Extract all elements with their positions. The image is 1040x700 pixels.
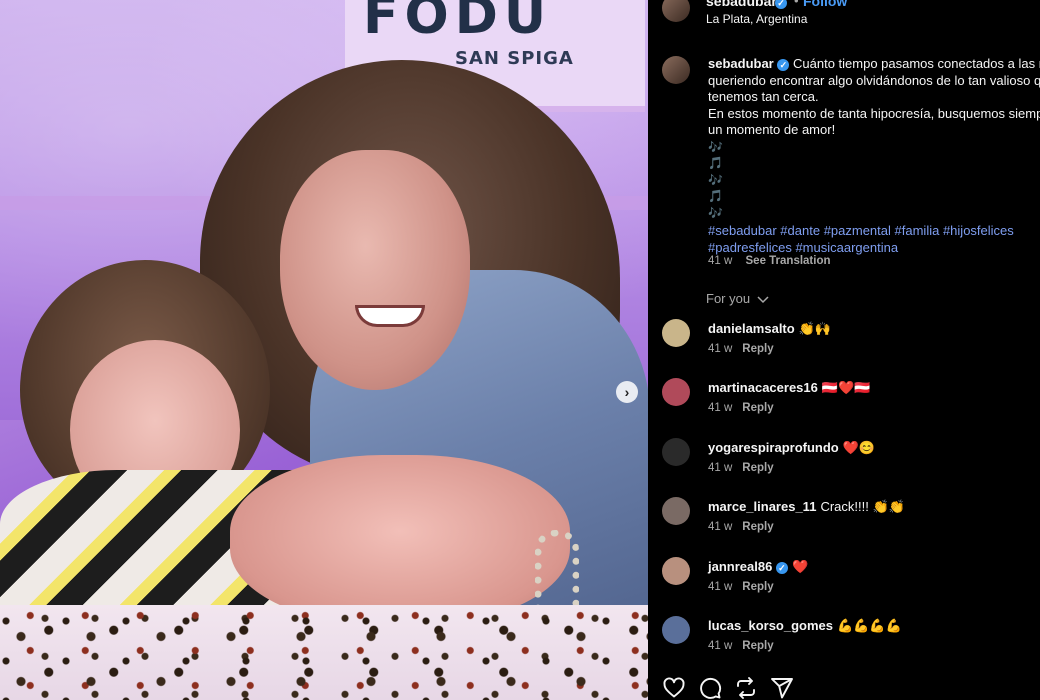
reply-button[interactable]: Reply bbox=[742, 343, 773, 355]
heart-icon[interactable] bbox=[662, 676, 686, 700]
commenter-avatar[interactable] bbox=[662, 438, 690, 466]
reply-button[interactable]: Reply bbox=[742, 521, 773, 533]
commenter-avatar[interactable] bbox=[662, 616, 690, 644]
music-note-emoji: 🎵 bbox=[708, 189, 723, 203]
hashtag-link[interactable]: #hijosfelices bbox=[943, 223, 1014, 238]
commenter-avatar[interactable] bbox=[662, 497, 690, 525]
comment-icon[interactable] bbox=[698, 676, 722, 700]
repost-icon[interactable] bbox=[734, 676, 758, 700]
comment-text: ❤️😊 bbox=[842, 440, 876, 455]
comment-text: 💪💪💪💪 bbox=[837, 618, 902, 633]
comment-age: 41 w bbox=[708, 640, 733, 652]
music-note-emoji: 🎶 bbox=[708, 139, 723, 154]
photo-heart-hands bbox=[230, 455, 570, 625]
share-icon[interactable] bbox=[770, 676, 794, 700]
commenter-username[interactable]: lucas_korso_gomes bbox=[708, 618, 833, 633]
comment-text: Crack!!!! 👏👏 bbox=[820, 499, 905, 514]
photo-table bbox=[0, 605, 648, 700]
hashtag-link[interactable]: #padresfelices bbox=[708, 240, 792, 255]
comment-item: jannreal86 ✓ ❤️ 41 w Reply bbox=[662, 557, 1040, 607]
hashtags-line: #sebadubar #dante #pazmental #familia #h… bbox=[708, 223, 1040, 240]
post-actions bbox=[662, 676, 802, 700]
hashtags-line: #padresfelices #musicaargentina bbox=[708, 240, 1040, 257]
commenter-username[interactable]: jannreal86 bbox=[708, 559, 772, 574]
comment-item: danielamsalto 👏🙌 41 w Reply bbox=[662, 319, 1040, 369]
caption-avatar[interactable] bbox=[662, 56, 690, 84]
hashtag-link[interactable]: #dante bbox=[780, 223, 820, 238]
hashtag-link[interactable]: #sebadubar bbox=[708, 223, 777, 238]
caption-line: Cuánto tiempo pasamos conectados a las r bbox=[793, 56, 1040, 71]
comment-age: 41 w bbox=[708, 343, 733, 355]
commenter-avatar[interactable] bbox=[662, 319, 690, 347]
music-note-emoji: 🎶 bbox=[708, 172, 723, 187]
comment-age: 41 w bbox=[708, 402, 733, 414]
caption-line: tenemos tan cerca. bbox=[708, 89, 819, 104]
photo-man-face bbox=[280, 150, 470, 390]
caption-meta: 41 w See Translation bbox=[708, 255, 831, 267]
caption-line: En estos momento de tanta hipocresía, bu… bbox=[708, 105, 1040, 121]
caption-line: un momento de amor! bbox=[708, 122, 836, 137]
verified-badge-icon: ✓ bbox=[775, 559, 788, 574]
author-avatar[interactable] bbox=[662, 0, 690, 22]
caption-age: 41 w bbox=[708, 255, 733, 267]
comment-item: lucas_korso_gomes 💪💪💪💪 41 w Reply bbox=[662, 616, 1040, 666]
caption-line: queriendo encontrar algo olvidándonos de… bbox=[708, 72, 1040, 88]
commenter-username[interactable]: marce_linares_11 bbox=[708, 499, 816, 514]
comment-text: ❤️ bbox=[791, 559, 809, 574]
comment-item: marce_linares_11 Crack!!!! 👏👏 41 w Reply bbox=[662, 497, 1040, 547]
post-side-panel: sebadubar ✓ • Follow La Plata, Argentina… bbox=[648, 0, 1040, 700]
commenter-username[interactable]: yogarespiraprofundo bbox=[708, 440, 839, 455]
reply-button[interactable]: Reply bbox=[742, 402, 773, 414]
follow-button[interactable]: Follow bbox=[803, 0, 847, 9]
music-note-emoji: 🎶 bbox=[708, 205, 723, 220]
post-location[interactable]: La Plata, Argentina bbox=[706, 12, 807, 26]
comment-age: 41 w bbox=[708, 462, 733, 474]
chevron-down-icon bbox=[754, 291, 769, 306]
for-you-dropdown[interactable]: For you bbox=[706, 291, 769, 306]
comment-age: 41 w bbox=[708, 521, 733, 533]
hashtag-link[interactable]: #familia bbox=[895, 223, 940, 238]
photo-sign-big-text: FODU bbox=[363, 0, 553, 46]
comment-age: 41 w bbox=[708, 581, 733, 593]
author-username[interactable]: sebadubar bbox=[706, 0, 777, 9]
caption-body: sebadubar ✓ Cuánto tiempo pasamos conect… bbox=[708, 56, 1040, 256]
comment-item: martinacaceres16 🇦🇹❤️🇦🇹 41 w Reply bbox=[662, 378, 1040, 428]
commenter-username[interactable]: danielamsalto bbox=[708, 321, 795, 336]
reply-button[interactable]: Reply bbox=[742, 462, 773, 474]
verified-badge-icon: ✓ bbox=[775, 0, 787, 11]
post-photo[interactable]: FODU SAN SPIGA › bbox=[0, 0, 648, 700]
photo-sign-small-text: SAN SPIGA bbox=[455, 48, 574, 69]
header-separator: • bbox=[794, 0, 799, 8]
photo-man-smile bbox=[355, 305, 425, 327]
commenter-avatar[interactable] bbox=[662, 378, 690, 406]
hashtag-link[interactable]: #pazmental bbox=[824, 223, 891, 238]
comment-text: 👏🙌 bbox=[798, 321, 832, 336]
commenter-avatar[interactable] bbox=[662, 557, 690, 585]
see-translation-link[interactable]: See Translation bbox=[746, 255, 831, 267]
for-you-label: For you bbox=[706, 291, 751, 306]
reply-button[interactable]: Reply bbox=[742, 640, 773, 652]
comment-item: yogarespiraprofundo ❤️😊 41 w Reply bbox=[662, 438, 1040, 488]
hashtag-link[interactable]: #musicaargentina bbox=[795, 240, 898, 255]
carousel-next-button[interactable]: › bbox=[616, 381, 638, 403]
music-note-emoji: 🎵 bbox=[708, 156, 723, 170]
commenter-username[interactable]: martinacaceres16 bbox=[708, 380, 818, 395]
verified-badge-icon: ✓ bbox=[777, 56, 790, 71]
reply-button[interactable]: Reply bbox=[742, 581, 773, 593]
caption-username[interactable]: sebadubar bbox=[708, 56, 774, 71]
comment-text: 🇦🇹❤️🇦🇹 bbox=[821, 380, 871, 395]
